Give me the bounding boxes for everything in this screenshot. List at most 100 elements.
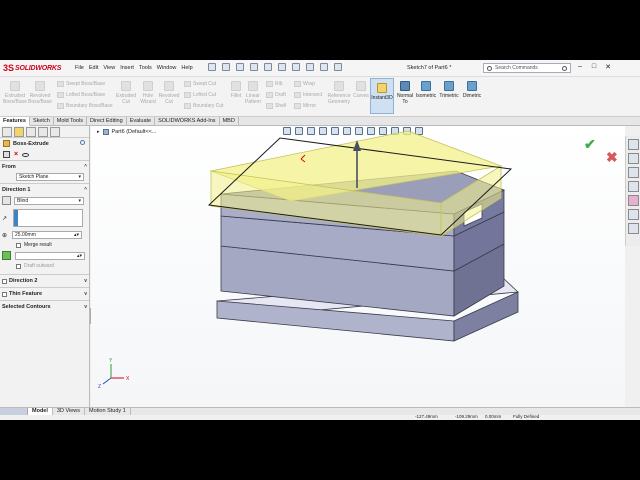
menu-tools[interactable]: Tools <box>139 65 152 71</box>
normal-to-button[interactable]: Normal To <box>396 81 414 105</box>
draft-toggle-icon[interactable] <box>2 251 11 260</box>
home-icon[interactable] <box>208 63 216 71</box>
end-condition-select[interactable]: Blind ▾ <box>14 196 84 205</box>
thin-feature-header[interactable]: Thin Feature v <box>2 290 87 298</box>
depth-value[interactable]: 25.00mm <box>15 232 36 238</box>
trimetric-button[interactable]: Trimetric <box>438 81 460 99</box>
merge-result-box[interactable] <box>16 242 21 248</box>
select-icon[interactable] <box>292 63 300 71</box>
tab-evaluate[interactable]: Evaluate <box>127 117 156 126</box>
solidworks-logo[interactable]: 3S SOLIDWORKS <box>3 63 61 74</box>
tab-mold-tools[interactable]: Mold Tools <box>54 117 87 126</box>
print-icon[interactable] <box>264 63 272 71</box>
menu-window[interactable]: Window <box>157 65 177 71</box>
spin-arrows-icon[interactable]: ▴▾ <box>74 232 79 238</box>
revolved-boss-button[interactable]: Revolved Boss/Base <box>28 81 52 105</box>
maximize-button[interactable]: □ <box>589 63 599 71</box>
swept-boss-button[interactable]: Swept Boss/Base <box>57 81 105 87</box>
design-library-icon[interactable] <box>628 153 639 164</box>
close-button[interactable]: ✕ <box>603 63 613 71</box>
merge-result-checkbox[interactable]: Merge result <box>16 242 87 248</box>
feature-manager-icon[interactable] <box>2 127 12 137</box>
direction2-header[interactable]: Direction 2 v <box>2 277 87 285</box>
dimetric-button[interactable]: Dimetric <box>461 81 483 99</box>
instant3d-button[interactable]: Instant3D <box>370 78 394 114</box>
undo-icon[interactable] <box>278 63 286 71</box>
draft-button[interactable]: Draft <box>266 92 286 98</box>
tab-model[interactable]: Model <box>28 408 53 415</box>
depth-input[interactable]: 25.00mm ▴▾ <box>12 231 83 239</box>
reverse-direction-icon[interactable] <box>2 196 11 205</box>
menu-file[interactable]: File <box>75 65 84 71</box>
from-select[interactable]: Sketch Plane ▾ <box>16 173 84 181</box>
rebuild-icon[interactable] <box>306 63 314 71</box>
menu-insert[interactable]: Insert <box>120 65 134 71</box>
ok-button[interactable] <box>3 151 10 158</box>
display-manager-icon[interactable] <box>50 127 60 137</box>
mirror-button[interactable]: Mirror <box>294 103 316 109</box>
swept-cut-button[interactable]: Swept Cut <box>184 81 216 87</box>
shell-button[interactable]: Shell <box>266 103 286 109</box>
tab-features[interactable]: Features <box>0 117 30 126</box>
selected-contours-header[interactable]: Selected Contours v <box>2 303 87 311</box>
3d-model[interactable]: X Y Z <box>91 126 625 407</box>
tab-scroll-arrows[interactable] <box>0 408 28 415</box>
tab-motion-study-1[interactable]: Motion Study 1 <box>85 408 131 415</box>
reference-geometry-button[interactable]: Reference Geometry <box>326 81 352 105</box>
search-commands[interactable]: Search Commands <box>483 63 571 73</box>
from-header[interactable]: From ^ <box>2 163 87 171</box>
hole-wizard-button[interactable]: Hole Wizard <box>138 81 158 105</box>
fillet-button[interactable]: Fillet <box>228 81 244 99</box>
appearances-icon[interactable] <box>628 195 639 206</box>
lofted-cut-button[interactable]: Lofted Cut <box>184 92 216 98</box>
wrap-button[interactable]: Wrap <box>294 81 315 87</box>
help-icon[interactable] <box>80 140 85 145</box>
minimize-button[interactable]: – <box>575 63 585 71</box>
spin-arrows-icon[interactable]: ▴▾ <box>77 253 82 259</box>
lofted-boss-button[interactable]: Lofted Boss/Base <box>57 92 105 98</box>
menu-edit[interactable]: Edit <box>89 65 98 71</box>
file-properties-icon[interactable] <box>320 63 328 71</box>
options-gear-icon[interactable] <box>334 63 342 71</box>
draft-outward-checkbox[interactable]: Draft outward <box>16 263 87 269</box>
save-icon[interactable] <box>250 63 258 71</box>
tab-solidworks-add-ins[interactable]: SOLIDWORKS Add-Ins <box>155 117 220 126</box>
linear-pattern-button[interactable]: Linear Pattern <box>243 81 263 105</box>
configuration-manager-icon[interactable] <box>26 127 36 137</box>
intersect-button[interactable]: Intersect <box>294 92 322 98</box>
boundary-cut-button[interactable]: Boundary Cut <box>184 103 224 109</box>
graphics-area[interactable]: ▸ Part6 (Default<<... ✔ ✖ X Y Z <box>91 126 625 407</box>
tab-3d-views[interactable]: 3D Views <box>53 408 86 415</box>
property-manager-icon[interactable] <box>14 127 24 137</box>
custom-properties-icon[interactable] <box>628 209 639 220</box>
menu-view[interactable]: View <box>103 65 115 71</box>
tab-direct-editing[interactable]: Direct Editing <box>87 117 127 126</box>
revolved-cut-button[interactable]: Revolved Cut <box>158 81 180 105</box>
search-input[interactable]: Search Commands <box>495 65 538 71</box>
forum-icon[interactable] <box>628 223 639 234</box>
tab-sketch[interactable]: Sketch <box>30 117 54 126</box>
preview-eye-icon[interactable] <box>22 152 30 157</box>
tab-mbd[interactable]: MBD <box>220 117 239 126</box>
dimxpert-manager-icon[interactable] <box>38 127 48 137</box>
rib-button[interactable]: Rib <box>266 81 283 87</box>
direction1-header[interactable]: Direction 1 ^ <box>2 186 87 194</box>
isometric-button[interactable]: Isometric <box>415 81 437 99</box>
solidworks-resources-icon[interactable] <box>628 139 639 150</box>
thin-feature-checkbox[interactable] <box>2 291 7 297</box>
search-go-icon[interactable] <box>562 66 567 71</box>
new-document-icon[interactable] <box>222 63 230 71</box>
open-folder-icon[interactable] <box>236 63 244 71</box>
curves-button[interactable]: Curves <box>352 81 370 99</box>
draft-outward-box[interactable] <box>16 263 21 269</box>
view-palette-icon[interactable] <box>628 181 639 192</box>
file-explorer-icon[interactable] <box>628 167 639 178</box>
boundary-boss-button[interactable]: Boundary Boss/Base <box>57 103 113 109</box>
extruded-boss-button[interactable]: Extruded Boss/Base <box>3 81 27 105</box>
menu-help[interactable]: Help <box>181 65 192 71</box>
direction-selection-box[interactable] <box>13 209 83 227</box>
cancel-button[interactable]: × <box>14 151 18 158</box>
extruded-cut-button[interactable]: Extruded Cut <box>115 81 137 105</box>
direction2-checkbox[interactable] <box>2 278 7 284</box>
draft-angle-input[interactable]: ▴▾ <box>15 251 85 260</box>
